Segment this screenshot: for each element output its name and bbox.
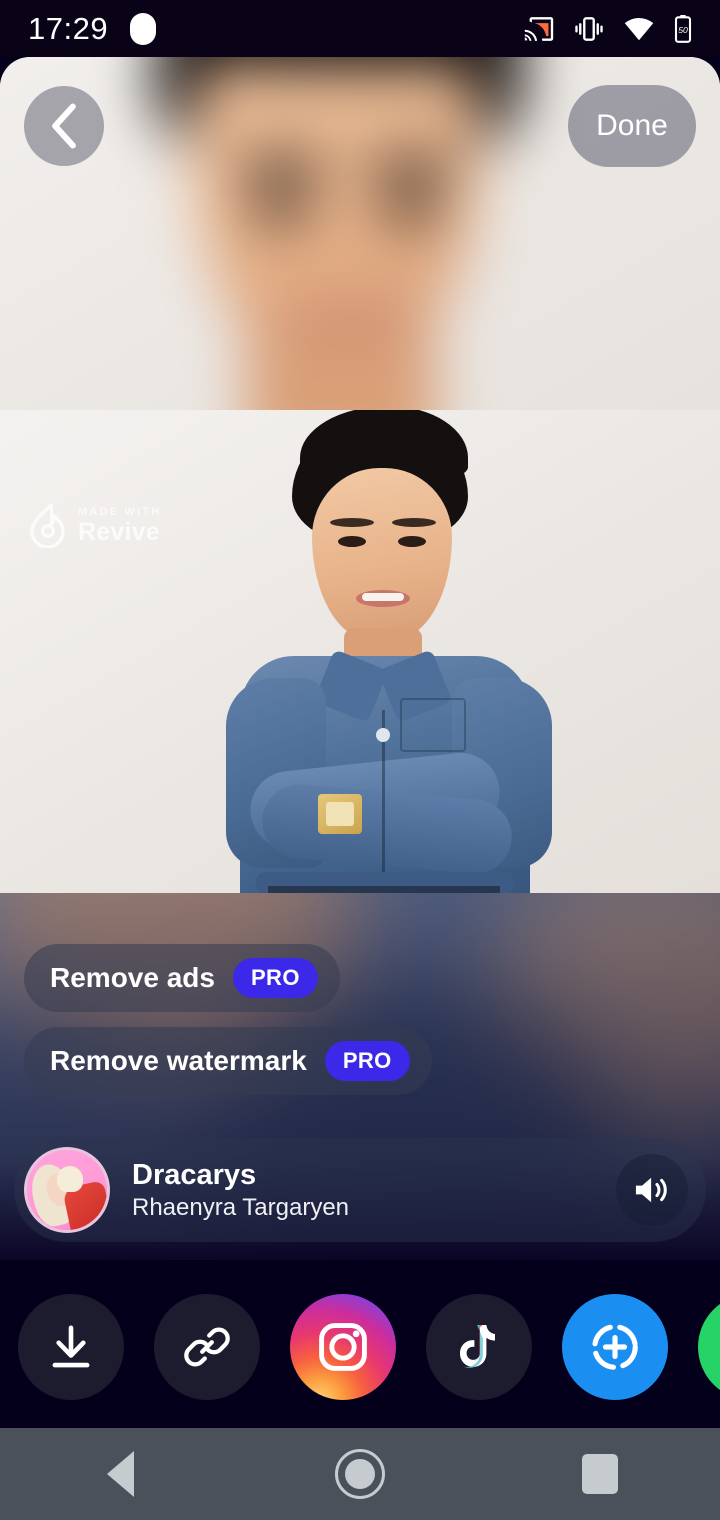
- status-clock: 17:29: [28, 10, 109, 46]
- sound-title: Dracarys: [132, 1159, 257, 1192]
- facebook-story-icon: [592, 1324, 638, 1370]
- tiktok-button[interactable]: [426, 1294, 532, 1400]
- instagram-icon: [319, 1323, 367, 1371]
- home-circle-icon: [335, 1449, 385, 1499]
- sound-info-row[interactable]: Dracarys Rhaenyra Targaryen: [14, 1138, 706, 1242]
- pro-badge: PRO: [232, 958, 318, 998]
- phone-screen: 17:29 50 MADE WITH Revive Done Remove ad…: [0, 0, 720, 1520]
- whatsapp-button[interactable]: [698, 1294, 720, 1400]
- pro-badge: PRO: [324, 1041, 410, 1081]
- android-home-button[interactable]: [300, 1428, 420, 1520]
- vibrate-icon: [575, 16, 603, 41]
- link-icon: [184, 1327, 230, 1367]
- volume-button[interactable]: [616, 1154, 688, 1226]
- preview-top-nav: Done: [0, 57, 720, 187]
- download-button[interactable]: [18, 1294, 124, 1400]
- recording-dot-icon: [130, 12, 157, 45]
- speaker-volume-icon: [635, 1177, 667, 1203]
- android-recents-button[interactable]: [540, 1428, 660, 1520]
- android-back-button[interactable]: [60, 1428, 180, 1520]
- instagram-button[interactable]: [290, 1294, 396, 1400]
- cast-icon: [524, 16, 554, 41]
- media-preview-image[interactable]: [0, 410, 720, 893]
- android-navigation-bar: [0, 1428, 720, 1520]
- copy-link-button[interactable]: [154, 1294, 260, 1400]
- download-icon: [52, 1325, 90, 1368]
- done-button[interactable]: Done: [568, 85, 696, 167]
- wifi-icon: [624, 17, 654, 40]
- status-bar: 17:29 50: [0, 0, 720, 57]
- back-triangle-icon: [106, 1451, 134, 1497]
- battery-icon: 50: [674, 14, 692, 43]
- album-art-avatar: [24, 1147, 110, 1233]
- chevron-left-icon: [52, 103, 76, 149]
- recents-square-icon: [582, 1454, 618, 1494]
- status-icons: 50: [524, 14, 692, 43]
- remove-ads-button[interactable]: Remove ads PRO: [24, 944, 340, 1012]
- back-button[interactable]: [24, 86, 104, 166]
- facebook-story-button[interactable]: [562, 1294, 668, 1400]
- remove-watermark-label: Remove watermark: [50, 1045, 307, 1076]
- remove-ads-label: Remove ads: [50, 962, 215, 993]
- sound-artist: Rhaenyra Targaryen: [132, 1193, 350, 1221]
- tiktok-icon: [459, 1325, 495, 1368]
- svg-text:50: 50: [678, 25, 688, 35]
- remove-watermark-button[interactable]: Remove watermark PRO: [24, 1027, 432, 1095]
- upgrade-options: Remove ads PRO Remove watermark PRO: [0, 944, 720, 1110]
- share-targets-row[interactable]: [0, 1292, 720, 1402]
